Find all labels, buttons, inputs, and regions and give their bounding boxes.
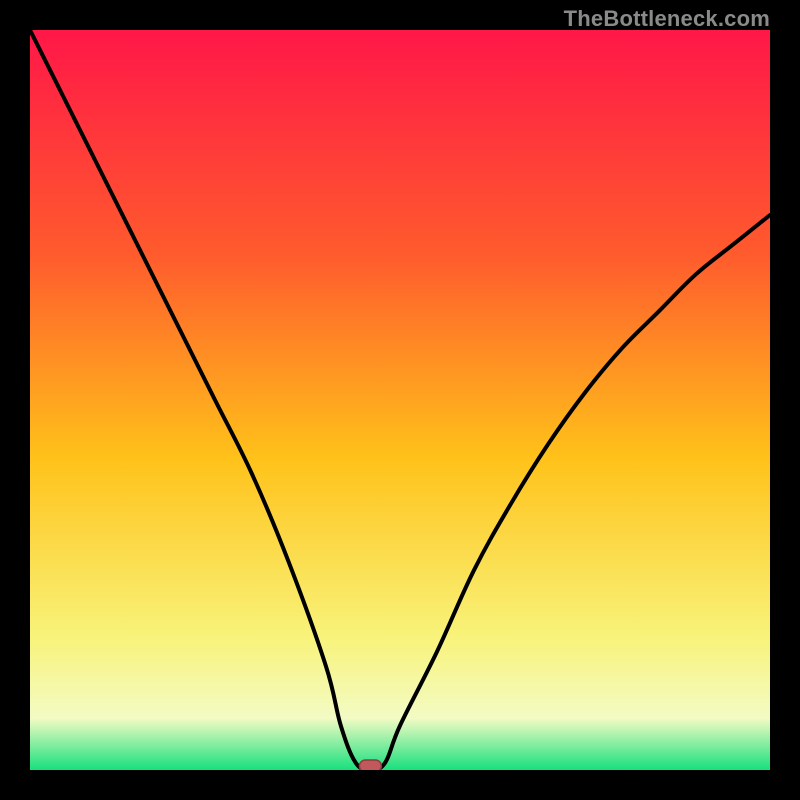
optimal-marker (359, 760, 381, 770)
bottleneck-chart (30, 30, 770, 770)
watermark-text: TheBottleneck.com (564, 6, 770, 32)
chart-frame: { "watermark": "TheBottleneck.com", "col… (0, 0, 800, 800)
gradient-background (30, 30, 770, 770)
